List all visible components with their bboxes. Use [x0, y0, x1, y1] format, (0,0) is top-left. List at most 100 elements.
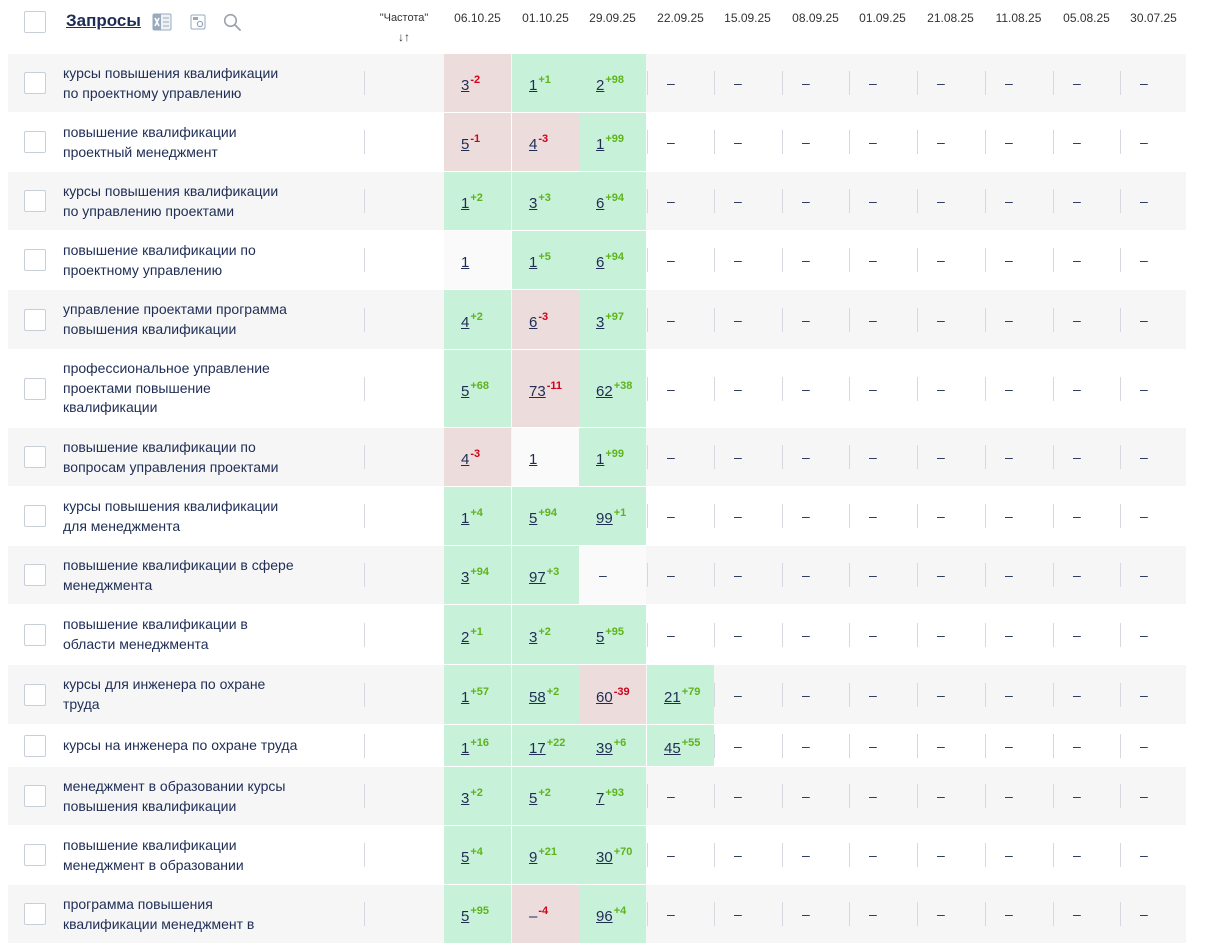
- date-column-header[interactable]: 06.10.25: [444, 11, 511, 25]
- row-checkbox[interactable]: [24, 309, 46, 331]
- row-checkbox[interactable]: [24, 785, 46, 807]
- empty-position: –: [1005, 252, 1013, 268]
- column-separator: [364, 784, 365, 808]
- position-link[interactable]: 1: [461, 689, 469, 706]
- date-column-header[interactable]: 11.08.25: [985, 11, 1052, 25]
- position-link[interactable]: 1: [596, 451, 604, 468]
- position-value: 97+3: [529, 566, 559, 586]
- column-separator: [1053, 683, 1054, 707]
- row-checkbox[interactable]: [24, 378, 46, 400]
- sort-arrows-icon[interactable]: ↓↑: [372, 30, 436, 44]
- search-icon[interactable]: [222, 12, 242, 32]
- position-link[interactable]: 30: [596, 849, 613, 866]
- row-checkbox[interactable]: [24, 903, 46, 925]
- position-link[interactable]: 73: [529, 383, 546, 400]
- copy-settings-icon[interactable]: [188, 12, 208, 32]
- date-column-header[interactable]: 22.09.25: [647, 11, 714, 25]
- position-link[interactable]: 3: [596, 314, 604, 331]
- row-checkbox[interactable]: [24, 446, 46, 468]
- row-checkbox[interactable]: [24, 505, 46, 527]
- position-link[interactable]: 1: [529, 254, 537, 271]
- position-link[interactable]: 5: [461, 849, 469, 866]
- query-text: менеджмент в образовании курсы повышения …: [63, 777, 353, 816]
- position-link[interactable]: 1: [461, 195, 469, 212]
- excel-export-icon[interactable]: [152, 12, 172, 32]
- position-delta: +21: [538, 846, 558, 858]
- position-link[interactable]: 2: [461, 629, 469, 646]
- date-column-header[interactable]: 30.07.25: [1120, 11, 1187, 25]
- row-checkbox[interactable]: [24, 72, 46, 94]
- date-column-header[interactable]: 15.09.25: [714, 11, 781, 25]
- empty-position: –: [937, 449, 945, 465]
- position-link[interactable]: 1: [461, 740, 469, 757]
- position-link[interactable]: 6: [596, 195, 604, 212]
- position-link[interactable]: 45: [664, 740, 681, 757]
- position-link[interactable]: 60: [596, 689, 613, 706]
- position-link[interactable]: 7: [596, 790, 604, 807]
- position-link[interactable]: 97: [529, 569, 546, 586]
- row-checkbox[interactable]: [24, 624, 46, 646]
- frequency-column-header[interactable]: "Частота" ↓↑: [372, 11, 436, 44]
- position-link[interactable]: 99: [596, 510, 613, 527]
- position-link[interactable]: 3: [529, 195, 537, 212]
- queries-title-link[interactable]: Запросы: [66, 11, 141, 31]
- position-link[interactable]: 1: [529, 451, 537, 468]
- position-link[interactable]: 3: [461, 790, 469, 807]
- position-link[interactable]: 1: [529, 77, 537, 94]
- position-link[interactable]: 58: [529, 689, 546, 706]
- position-value: 96+4: [596, 905, 626, 925]
- column-separator: [985, 683, 986, 707]
- position-link[interactable]: 1: [596, 136, 604, 153]
- position-link[interactable]: 96: [596, 908, 613, 925]
- position-link[interactable]: 5: [461, 908, 469, 925]
- column-separator: [917, 130, 918, 154]
- position-link[interactable]: 2: [596, 77, 604, 94]
- row-checkbox[interactable]: [24, 735, 46, 757]
- position-cell: –: [714, 487, 781, 545]
- position-link[interactable]: 17: [529, 740, 546, 757]
- position-link[interactable]: 6: [529, 314, 537, 331]
- position-link[interactable]: 5: [461, 136, 469, 153]
- row-checkbox[interactable]: [24, 564, 46, 586]
- position-delta: -39: [613, 686, 630, 698]
- row-checkbox[interactable]: [24, 131, 46, 153]
- position-link[interactable]: 1: [461, 510, 469, 527]
- position-cell: –: [714, 885, 781, 943]
- row-checkbox[interactable]: [24, 684, 46, 706]
- query-text: курсы для инженера по охране труда: [63, 675, 353, 714]
- position-cell: 1+16: [444, 725, 511, 766]
- empty-position: –: [869, 847, 877, 863]
- date-column-header[interactable]: 29.09.25: [579, 11, 646, 25]
- date-column-header[interactable]: 21.08.25: [917, 11, 984, 25]
- position-link[interactable]: 5: [529, 790, 537, 807]
- position-link[interactable]: 4: [461, 451, 469, 468]
- column-separator: [714, 734, 715, 758]
- position-link[interactable]: 4: [529, 136, 537, 153]
- position-link[interactable]: –: [529, 908, 537, 925]
- position-link[interactable]: 3: [461, 77, 469, 94]
- position-cell: –: [647, 172, 714, 230]
- position-link[interactable]: 5: [596, 629, 604, 646]
- position-link[interactable]: 21: [664, 689, 681, 706]
- position-link[interactable]: 62: [596, 383, 613, 400]
- empty-position: –: [667, 449, 675, 465]
- position-link[interactable]: 3: [461, 569, 469, 586]
- position-link[interactable]: 6: [596, 254, 604, 271]
- row-checkbox[interactable]: [24, 844, 46, 866]
- row-checkbox[interactable]: [24, 190, 46, 212]
- date-column-header[interactable]: 05.08.25: [1053, 11, 1120, 25]
- select-all-checkbox[interactable]: [24, 11, 46, 33]
- date-column-header[interactable]: 01.10.25: [512, 11, 579, 25]
- position-value: 60-39: [596, 686, 630, 706]
- position-link[interactable]: 39: [596, 740, 613, 757]
- position-link[interactable]: 5: [529, 510, 537, 527]
- position-link[interactable]: 9: [529, 849, 537, 866]
- position-link[interactable]: 4: [461, 314, 469, 331]
- position-link[interactable]: 3: [529, 629, 537, 646]
- position-link[interactable]: 1: [461, 254, 469, 271]
- position-delta: +1: [613, 507, 627, 519]
- date-column-header[interactable]: 08.09.25: [782, 11, 849, 25]
- row-checkbox[interactable]: [24, 249, 46, 271]
- date-column-header[interactable]: 01.09.25: [849, 11, 916, 25]
- position-link[interactable]: 5: [461, 383, 469, 400]
